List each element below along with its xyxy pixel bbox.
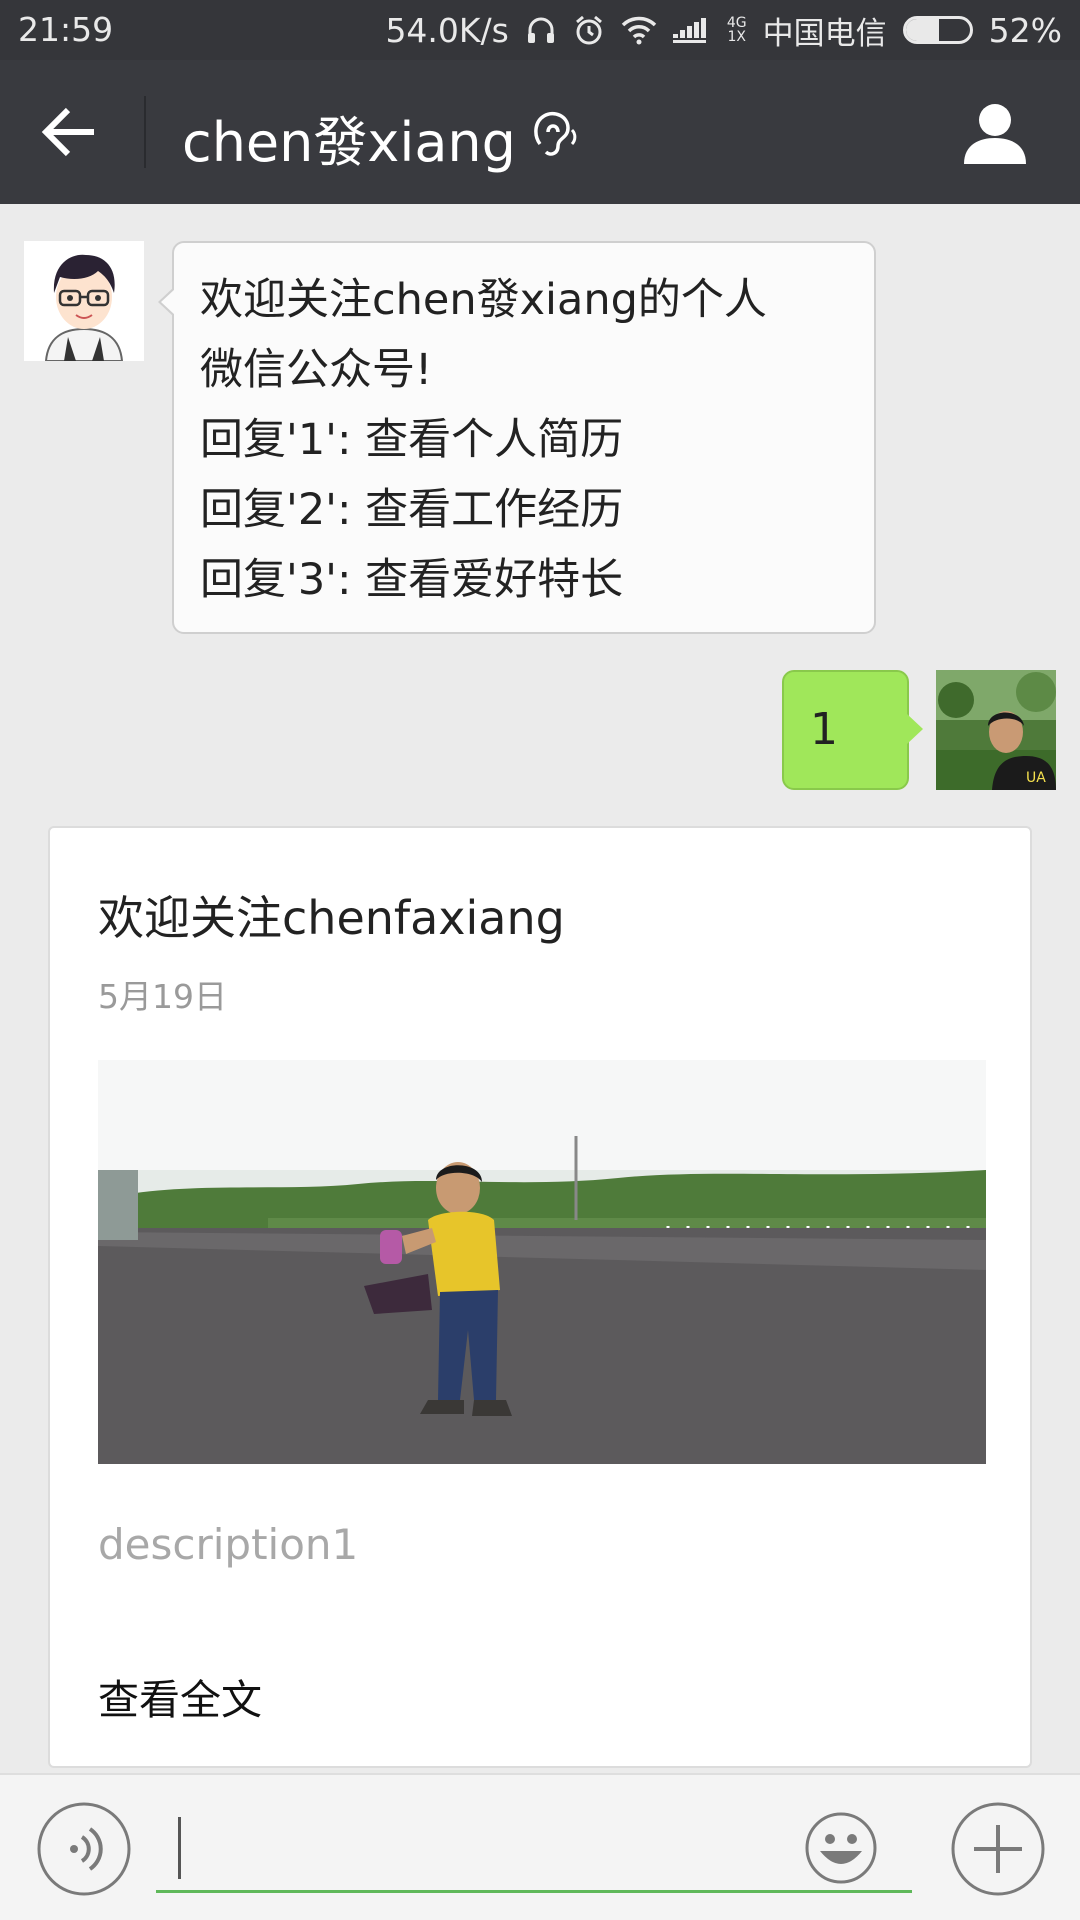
message-input[interactable] [156,1809,912,1893]
network-type: 4G 1X [727,16,747,44]
battery-fill [905,19,939,41]
message-line: 欢迎关注chen發xiang的个人 [200,275,767,325]
title-bar: chen發xiang [0,60,1080,204]
more-button[interactable] [950,1801,1046,1897]
cartoon-boy-avatar[interactable] [24,241,144,361]
text-caret [178,1817,181,1879]
headphones-icon [525,14,557,46]
page-title: chen發xiang [182,111,516,174]
profile-button[interactable] [960,100,1030,166]
svg-text:UA: UA [1026,770,1046,786]
back-button[interactable] [38,102,108,162]
message-line: 回复'2': 查看工作经历 [200,485,624,535]
title-divider [144,96,146,168]
emoji-icon [805,1812,877,1884]
received-message-bubble[interactable]: 欢迎关注chen發xiang的个人 微信公众号! 回复'1': 查看个人简历 回… [158,241,876,634]
sent-message-text: 1 [810,704,838,755]
status-time: 21:59 [18,10,114,49]
status-icons: 54.0K/s 4G 1X 中国电信 52% [385,0,1062,60]
alarm-icon [573,14,605,46]
battery-percent: 52% [988,10,1062,50]
wifi-icon [621,15,657,45]
man-on-road-photo [98,1060,986,1464]
article-card[interactable]: 欢迎关注chenfaxiang 5月19日 description1 查看全文 [48,826,1032,1768]
message-line: 微信公众号! [200,345,433,395]
voice-icon [37,1802,131,1896]
network-type-bottom: 1X [727,29,747,45]
network-type-top: 4G [726,15,747,31]
emoji-button[interactable] [804,1811,878,1885]
message-line: 回复'3': 查看爱好特长 [200,555,624,605]
net-speed: 54.0K/s [385,10,509,50]
voice-button[interactable] [36,1801,132,1897]
read-more-link[interactable]: 查看全文 [98,1666,262,1726]
battery-icon [902,16,973,44]
plus-icon [951,1802,1045,1896]
article-description: description1 [98,1520,359,1569]
input-bar [0,1773,1080,1920]
status-bar: 21:59 54.0K/s 4G 1X 中国电信 52% [0,0,1080,60]
person-icon [964,104,1026,164]
article-title: 欢迎关注chenfaxiang [98,891,565,945]
earpiece-mode-icon [530,108,580,162]
arrow-left-icon [41,107,94,157]
article-date: 5月19日 [98,977,227,1016]
message-line: 回复'1': 查看个人简历 [200,415,624,465]
carrier-name: 中国电信 [762,15,887,52]
user-photo-avatar[interactable]: UA [936,670,1056,790]
signal-icon [672,16,711,44]
sent-message-bubble[interactable]: 1 [782,670,923,790]
